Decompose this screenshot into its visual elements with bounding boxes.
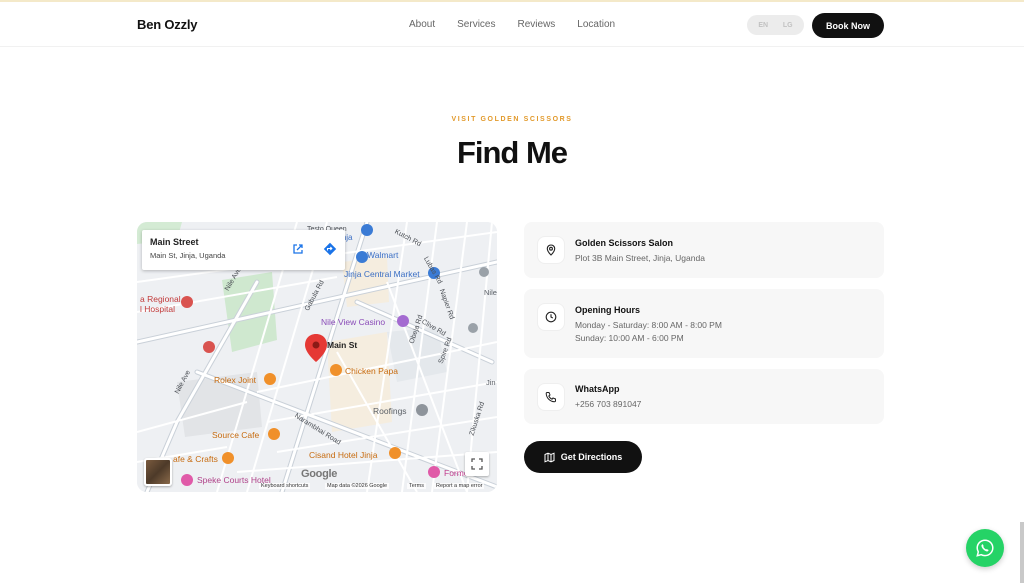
book-now-button[interactable]: Book Now xyxy=(812,13,884,38)
google-logo: Google xyxy=(301,468,338,480)
embedded-map[interactable]: Main St Testo Queen Jinja Kutch Rd Walma… xyxy=(137,222,497,492)
section-eyebrow: VISIT GOLDEN SCISSORS xyxy=(451,116,573,123)
map-label-central-market: Jinja Central Market xyxy=(344,269,420,279)
map-label-nile-edge: Nile xyxy=(484,288,497,297)
map-place-address: Main St, Jinja, Uganda xyxy=(150,251,226,260)
map-footer: Keyboard shortcuts Map data ©2026 Google… xyxy=(137,483,497,492)
lang-option-lg[interactable]: LG xyxy=(783,22,793,29)
get-directions-label: Get Directions xyxy=(560,452,623,462)
phone-icon xyxy=(538,384,564,410)
hours-card: Opening Hours Monday - Saturday: 8:00 AM… xyxy=(524,289,884,358)
map-pin-label: Main St xyxy=(327,340,358,350)
report-map-error-link[interactable]: Report a map error xyxy=(434,483,485,489)
address-card-line: Plot 3B Main Street, Jinja, Uganda xyxy=(575,253,705,263)
open-external-icon[interactable] xyxy=(287,238,309,260)
location-pin-icon xyxy=(538,237,564,263)
map-label-nile-view: Nile View Casino xyxy=(321,317,386,327)
map-label-jin-edge: Jin xyxy=(486,378,496,387)
nav-link-services[interactable]: Services xyxy=(457,19,495,30)
language-toggle[interactable]: EN LG xyxy=(747,15,804,35)
satellite-toggle-thumbnail[interactable] xyxy=(144,458,172,486)
map-label-crafts: afe & Crafts xyxy=(173,454,218,464)
lang-option-en[interactable]: EN xyxy=(758,22,768,29)
hours-card-title: Opening Hours xyxy=(575,305,640,315)
fullscreen-icon[interactable] xyxy=(465,452,489,476)
nav-link-about[interactable]: About xyxy=(409,19,435,30)
map-label-regional-1: a Regional xyxy=(140,294,181,304)
whatsapp-icon xyxy=(975,538,995,558)
map-label-rolex: Rolex Joint xyxy=(214,375,257,385)
map-label-regional-2: l Hospital xyxy=(140,304,175,314)
nav-link-location[interactable]: Location xyxy=(577,19,615,30)
map-label-roofings: Roofings xyxy=(373,406,407,416)
get-directions-button[interactable]: Get Directions xyxy=(524,441,642,473)
whatsapp-number[interactable]: +256 703 891047 xyxy=(575,399,641,409)
address-card-title: Golden Scissors Salon xyxy=(575,238,674,248)
scrollbar-thumb[interactable] xyxy=(1020,522,1024,583)
brand-logo[interactable]: Ben Ozzly xyxy=(137,17,198,32)
map-label-chicken-papa: Chicken Papa xyxy=(345,366,398,376)
map-place-card: Main Street Main St, Jinja, Uganda xyxy=(142,230,345,270)
keyboard-shortcuts-link[interactable]: Keyboard shortcuts xyxy=(259,483,311,489)
whatsapp-card-title: WhatsApp xyxy=(575,384,620,394)
map-place-title: Main Street xyxy=(150,237,199,247)
map-label-cisand: Cisand Hotel Jinja xyxy=(309,450,378,460)
section-title: Find Me xyxy=(456,135,568,170)
hours-weekday: Monday - Saturday: 8:00 AM - 8:00 PM xyxy=(575,320,722,330)
nav-links: About Services Reviews Location xyxy=(409,19,637,30)
whatsapp-float-button[interactable] xyxy=(966,529,1004,567)
whatsapp-card[interactable]: WhatsApp +256 703 891047 xyxy=(524,369,884,424)
directions-icon[interactable] xyxy=(319,238,341,260)
top-navigation: Ben Ozzly About Services Reviews Locatio… xyxy=(0,0,1024,47)
map-label-walmart: Walmart xyxy=(367,250,399,260)
map-data-attribution: Map data ©2026 Google xyxy=(325,483,390,489)
hours-sunday: Sunday: 10:00 AM - 6:00 PM xyxy=(575,333,684,343)
map-icon xyxy=(544,451,555,463)
map-terms-link[interactable]: Terms xyxy=(407,483,426,489)
clock-icon xyxy=(538,304,564,330)
address-card: Golden Scissors Salon Plot 3B Main Stree… xyxy=(524,222,884,278)
map-label-source-cafe: Source Cafe xyxy=(212,430,260,440)
nav-link-reviews[interactable]: Reviews xyxy=(518,19,556,30)
